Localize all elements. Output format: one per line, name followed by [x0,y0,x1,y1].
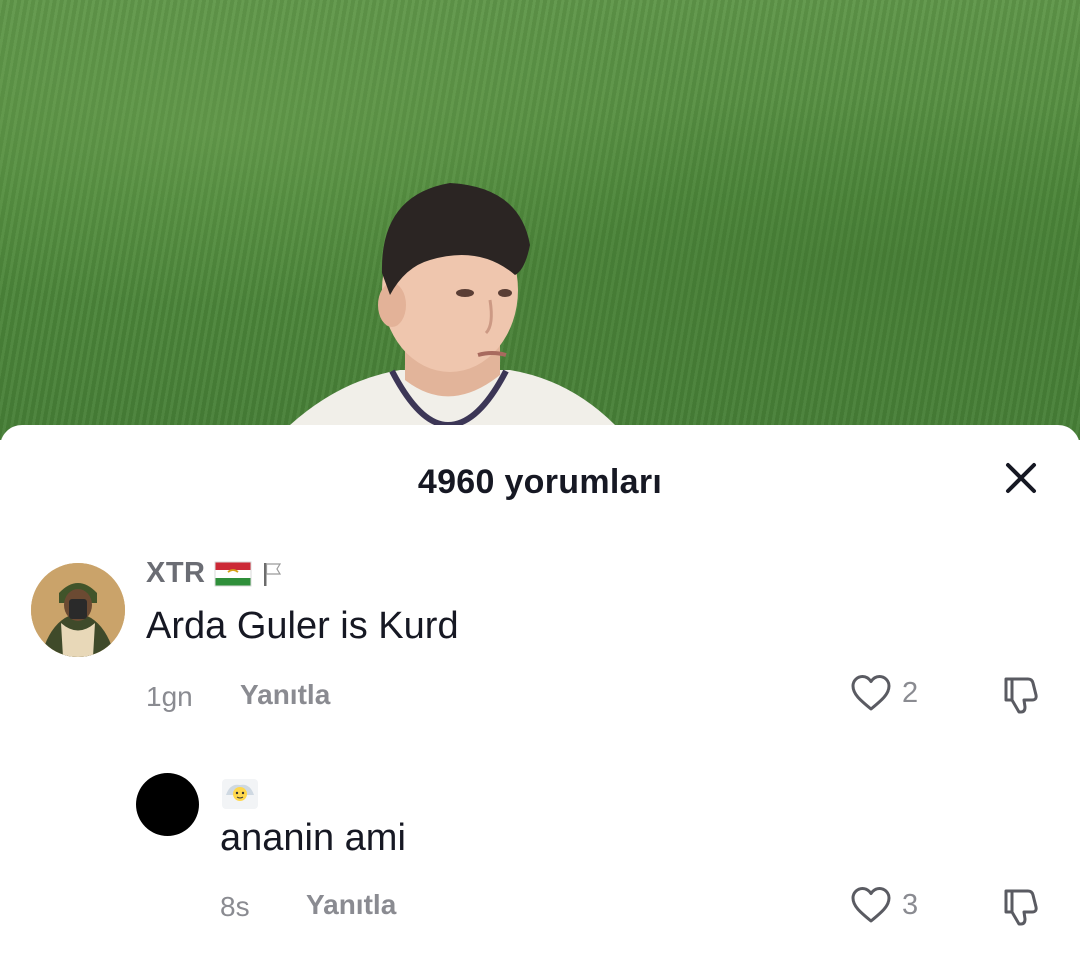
heart-icon [851,675,891,711]
white-flag-icon [263,562,281,586]
reply-button[interactable]: Yanıtla [240,679,330,711]
like-button[interactable]: 3 [850,885,918,925]
reply-button[interactable]: Yanıtla [306,889,396,921]
comment-time: 1gn [146,681,193,712]
tajikistan-flag-icon [214,561,251,586]
like-count: 2 [902,676,919,709]
screen: 4960 yorumları XTR Arda Guler is Kurd 1g… [0,0,1080,953]
reply-time: 8s [220,891,250,922]
reply-item: ananin ami 8s Yanıtla 3 [0,755,1080,953]
comment-username[interactable]: XTR [146,557,206,590]
emoji-icon [222,779,258,809]
comment-item: XTR Arda Guler is Kurd 1gn Yanıtla 2 [0,425,1080,745]
comment-text: Arda Guler is Kurd [146,605,459,647]
comment-username-row: XTR [146,557,284,590]
thumbs-down-icon[interactable] [1000,885,1044,929]
reply-text: ananin ami [220,817,406,859]
video-frame-player [290,183,615,429]
like-button[interactable]: 2 [850,673,918,713]
avatar-image [31,563,125,657]
video-player[interactable] [0,0,1080,440]
like-count: 3 [902,888,919,921]
avatar[interactable] [136,773,199,836]
avatar[interactable] [31,563,125,657]
thumbs-down-icon[interactable] [1000,673,1044,717]
heart-icon [851,887,891,923]
comments-sheet: 4960 yorumları XTR Arda Guler is Kurd 1g… [0,425,1080,953]
